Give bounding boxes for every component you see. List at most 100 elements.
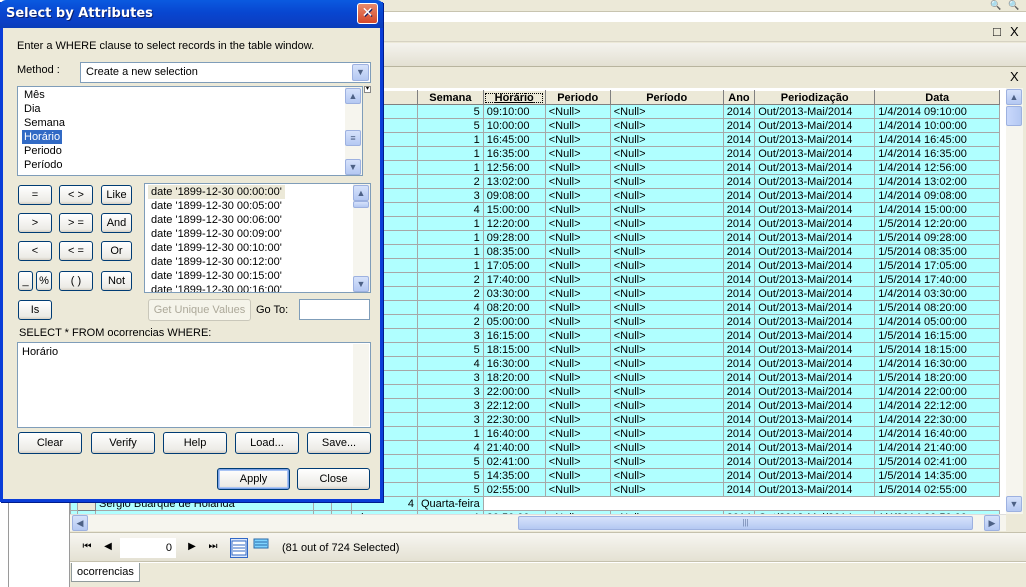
table-cell[interactable]: <Null> (609, 328, 724, 343)
table-cell[interactable]: 2014 (722, 286, 756, 301)
table-cell[interactable]: 1 (417, 146, 484, 161)
table-cell[interactable]: 02:41:00 (482, 454, 546, 469)
table-cell[interactable]: <Null> (609, 300, 724, 315)
scroll-left-icon[interactable]: ◀ (72, 515, 88, 531)
table-cell[interactable]: Out/2013-Mai/2014 (754, 356, 876, 371)
table-cell[interactable]: Out/2013-Mai/2014 (754, 426, 876, 441)
table-cell[interactable]: 1/5/2014 16:15:00 (874, 328, 1001, 343)
table-cell[interactable]: Out/2013-Mai/2014 (754, 132, 876, 147)
table-cell[interactable]: 5 (417, 454, 484, 469)
table-cell[interactable]: Out/2013-Mai/2014 (754, 104, 876, 119)
table-cell[interactable]: Out/2013-Mai/2014 (754, 188, 876, 203)
table-cell[interactable]: 2014 (722, 356, 756, 371)
greater-than-button[interactable]: > (18, 213, 52, 233)
table-cell[interactable]: 1 (417, 230, 484, 245)
table-cell[interactable]: Out/2013-Mai/2014 (754, 174, 876, 189)
table-cell[interactable]: 1/4/2014 10:00:00 (874, 118, 1001, 133)
table-cell[interactable]: 2014 (722, 202, 756, 217)
horizontal-scroll-thumb[interactable]: ||| (518, 516, 973, 530)
percent-button[interactable]: % (36, 271, 52, 291)
table-cell[interactable]: <Null> (609, 398, 724, 413)
table-cell[interactable]: 02:55:00 (482, 482, 546, 497)
last-record-button[interactable]: ⏭ (206, 541, 220, 552)
table-cell[interactable]: 1/4/2014 21:40:00 (874, 440, 1001, 455)
field-list-item[interactable]: Horário (22, 130, 63, 144)
field-list[interactable]: Mês Dia Semana Horário Periodo Período ▲ ≡ ▼ (17, 86, 363, 176)
table-cell[interactable]: 1/4/2014 22:12:00 (874, 398, 1001, 413)
table-cell[interactable]: 3 (417, 328, 484, 343)
table-cell[interactable]: 09:10:00 (482, 104, 546, 119)
horizontal-scrollbar[interactable]: ◀ ||| ▶ (70, 514, 1006, 531)
table-cell[interactable]: 3 (417, 412, 484, 427)
table-cell[interactable]: 15:00:00 (482, 202, 546, 217)
table-cell[interactable]: 5 (417, 118, 484, 133)
scroll-up-icon[interactable]: ▲ (345, 88, 361, 104)
table-cell[interactable]: 1/4/2014 13:02:00 (874, 174, 1001, 189)
table-cell[interactable]: 2014 (722, 244, 756, 259)
table-cell[interactable]: <Null> (609, 174, 724, 189)
table-cell[interactable]: <Null> (544, 482, 611, 497)
table-cell[interactable]: 1/5/2014 17:05:00 (874, 258, 1001, 273)
table-cell[interactable]: <Null> (544, 398, 611, 413)
column-header[interactable]: Data (874, 90, 1001, 105)
verify-button[interactable]: Verify (91, 432, 155, 454)
table-cell[interactable]: <Null> (544, 188, 611, 203)
table-cell[interactable]: 16:30:00 (482, 356, 546, 371)
table-cell[interactable]: <Null> (544, 370, 611, 385)
like-button[interactable]: Like (101, 185, 132, 205)
table-cell[interactable]: <Null> (544, 244, 611, 259)
less-than-button[interactable]: < (18, 241, 52, 261)
table-cell[interactable]: 2014 (722, 188, 756, 203)
table-cell[interactable]: <Null> (609, 244, 724, 259)
table-cell[interactable]: <Null> (544, 230, 611, 245)
table-cell[interactable]: <Null> (609, 188, 724, 203)
table-cell[interactable]: 1/4/2014 22:00:00 (874, 384, 1001, 399)
scroll-down-icon[interactable]: ▼ (345, 159, 361, 175)
table-cell[interactable]: 1/5/2014 18:20:00 (874, 370, 1001, 385)
field-list-item[interactable]: Periodo (18, 144, 362, 158)
table-cell[interactable]: 3 (417, 188, 484, 203)
table-cell[interactable]: 22:00:00 (482, 384, 546, 399)
table-cell[interactable]: 03:30:00 (482, 286, 546, 301)
table-cell[interactable]: 1/4/2014 12:56:00 (874, 160, 1001, 175)
table-cell[interactable]: Out/2013-Mai/2014 (754, 272, 876, 287)
table-cell[interactable]: <Null> (609, 286, 724, 301)
table-cell[interactable]: 2014 (722, 230, 756, 245)
close-table-icon[interactable]: X (1010, 70, 1019, 83)
table-cell[interactable]: <Null> (544, 160, 611, 175)
table-cell[interactable]: 13:02:00 (482, 174, 546, 189)
table-cell[interactable]: 2014 (722, 398, 756, 413)
table-cell[interactable]: 1/4/2014 09:08:00 (874, 188, 1001, 203)
table-cell[interactable]: 2014 (722, 216, 756, 231)
table-cell[interactable]: <Null> (544, 300, 611, 315)
table-cell[interactable]: Out/2013-Mai/2014 (754, 300, 876, 315)
table-cell[interactable]: 4 (417, 440, 484, 455)
table-cell[interactable]: 09:08:00 (482, 188, 546, 203)
not-equals-button[interactable]: < > (59, 185, 93, 205)
show-all-records-button[interactable] (230, 538, 248, 558)
column-header[interactable]: Período (609, 90, 724, 105)
table-cell[interactable]: 10:00:00 (482, 118, 546, 133)
tab-ocorrencias[interactable]: ocorrencias (71, 563, 140, 582)
table-cell[interactable]: Out/2013-Mai/2014 (754, 286, 876, 301)
clear-button[interactable]: Clear (18, 432, 82, 454)
next-record-button[interactable]: ▶ (185, 541, 199, 552)
unique-value-item[interactable]: date '1899-12-30 00:09:00' (145, 227, 370, 241)
chevron-down-icon[interactable]: ▼ (352, 64, 369, 81)
table-cell[interactable]: 1/4/2014 16:45:00 (874, 132, 1001, 147)
table-cell[interactable]: Out/2013-Mai/2014 (754, 370, 876, 385)
table-cell[interactable]: 16:35:00 (482, 146, 546, 161)
table-cell[interactable]: <Null> (609, 314, 724, 329)
table-cell[interactable]: <Null> (544, 440, 611, 455)
table-cell[interactable]: 05:00:00 (482, 314, 546, 329)
table-cell[interactable]: 1 (417, 426, 484, 441)
table-cell[interactable]: <Null> (609, 118, 724, 133)
table-cell[interactable]: 08:35:00 (482, 244, 546, 259)
table-cell[interactable]: 4 (417, 202, 484, 217)
table-cell[interactable]: 2 (417, 314, 484, 329)
table-cell[interactable]: <Null> (609, 258, 724, 273)
column-header[interactable]: Semana (417, 90, 484, 105)
unique-value-item[interactable]: date '1899-12-30 00:16:00' (145, 283, 370, 292)
table-cell[interactable]: <Null> (609, 202, 724, 217)
apply-button[interactable]: Apply (217, 468, 290, 490)
